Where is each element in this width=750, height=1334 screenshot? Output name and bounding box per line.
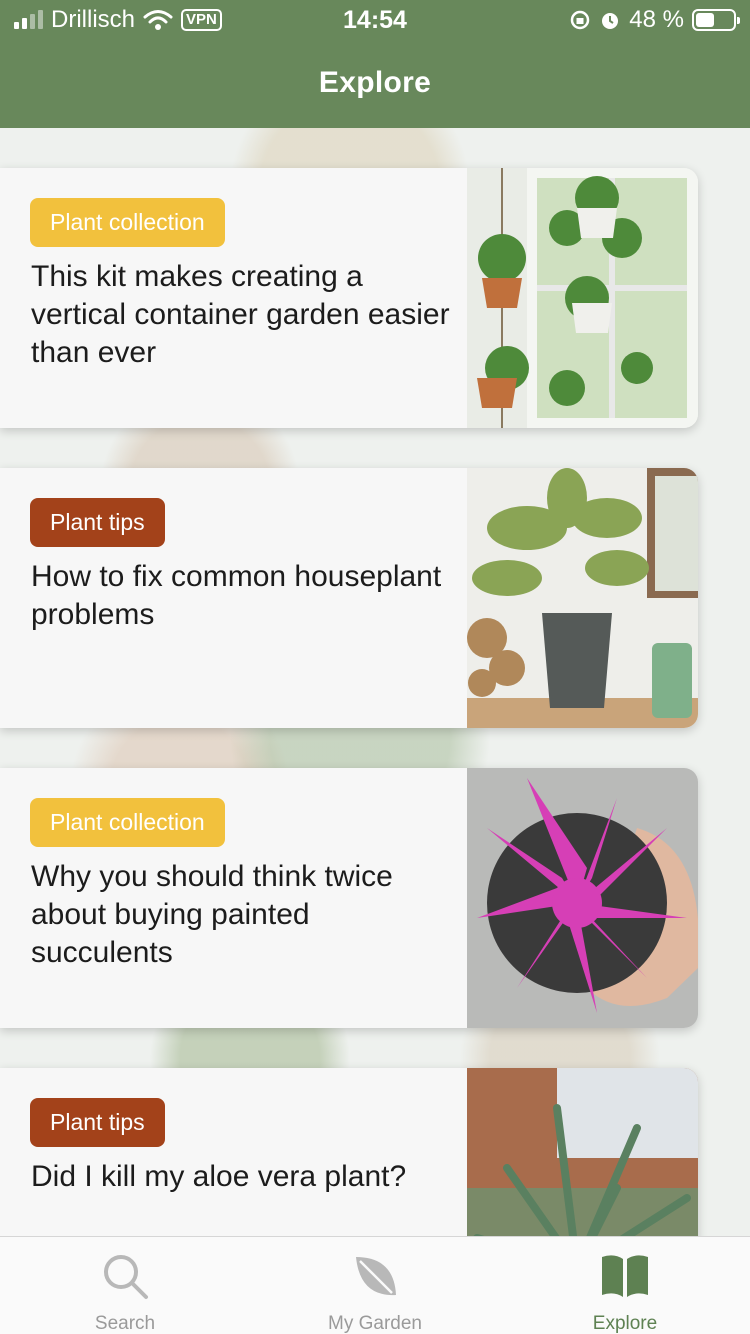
article-title: This kit makes creating a vertical conta… <box>31 260 450 369</box>
top-bar: Drillisch VPN 14:54 48 % Explore <box>0 0 750 128</box>
tab-label: Explore <box>592 1313 658 1334</box>
tab-bar: Search My Garden Explore <box>0 1236 750 1334</box>
book-icon <box>602 1255 648 1297</box>
rotation-lock-icon <box>571 10 590 30</box>
tab-search[interactable]: Search <box>0 1237 250 1334</box>
category-tag: Plant collection <box>30 198 225 247</box>
article-title: Why you should think twice about buying … <box>31 860 393 969</box>
pink-succulent-photo <box>467 768 698 1028</box>
battery-icon <box>692 9 740 31</box>
category-tag: Plant tips <box>30 1098 165 1147</box>
category-tag: Plant collection <box>30 798 225 847</box>
page-title: Explore <box>318 66 432 99</box>
tab-label: Search <box>94 1313 156 1334</box>
potted-plant-shelf-photo <box>467 468 698 728</box>
article-card[interactable]: Plant collection Why you should think tw… <box>0 768 698 1028</box>
category-tag: Plant tips <box>30 498 165 547</box>
tab-my-garden[interactable]: My Garden <box>250 1237 500 1334</box>
leaf-icon <box>356 1257 396 1296</box>
status-bar: Drillisch VPN 14:54 48 % <box>0 0 750 42</box>
battery-percent: 48 % <box>629 6 684 33</box>
tab-label: My Garden <box>328 1313 422 1334</box>
search-icon <box>104 1255 148 1299</box>
article-title: How to fix common houseplant problems <box>31 560 442 631</box>
hanging-planters-photo <box>467 168 698 428</box>
article-card[interactable]: Plant tips How to fix common houseplant … <box>0 468 698 728</box>
article-card[interactable]: Plant collection This kit makes creating… <box>0 168 698 428</box>
article-title: Did I kill my aloe vera plant? <box>31 1160 407 1193</box>
alarm-icon <box>602 13 619 29</box>
tab-explore[interactable]: Explore <box>500 1237 750 1334</box>
